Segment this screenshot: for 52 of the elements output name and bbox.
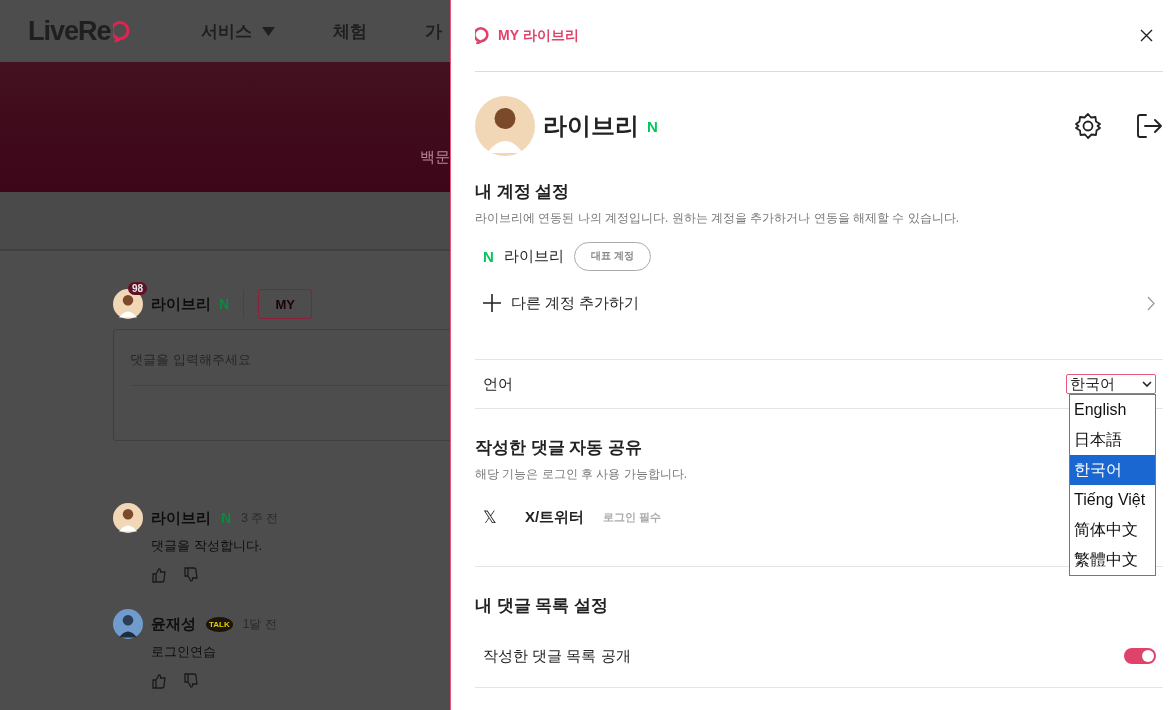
language-option[interactable]: 简体中文 (1070, 515, 1155, 545)
section-title: 내 댓글 목록 설정 (475, 595, 609, 617)
settings-button[interactable] (1074, 112, 1102, 140)
x-logo-icon: 𝕏 (483, 506, 525, 528)
chevron-down-icon (1142, 381, 1152, 387)
provider-label: N (219, 296, 230, 312)
language-select[interactable]: 한국어 (1066, 374, 1156, 394)
language-option[interactable]: English (1070, 395, 1155, 425)
add-account-row[interactable]: 다른 계정 추가하기 (475, 273, 1163, 333)
login-required-note: 로그인 필수 (603, 509, 662, 525)
provider-label: TALK (206, 616, 233, 632)
section-description: 라이브리에 연동된 나의 계정입니다. 원하는 계정을 추가하거나 연동을 해제할 수 있습니다. (475, 210, 959, 227)
logout-button[interactable] (1135, 112, 1163, 140)
chevron-right-icon (1147, 295, 1155, 311)
logout-icon (1135, 112, 1163, 140)
thumbs-up-icon[interactable] (151, 567, 167, 583)
thumbs-up-icon[interactable] (151, 673, 167, 689)
user-name: 라이브리 (151, 294, 211, 314)
plus-icon (483, 294, 501, 312)
setting-label: 작성한 댓글 목록 공개 (483, 646, 631, 666)
language-option[interactable]: Tiếng Việt (1070, 485, 1155, 515)
service-name: X/트위터 (525, 507, 586, 527)
profile-name: 라이브리 (543, 111, 639, 141)
provider-label: N (221, 510, 232, 526)
language-option[interactable]: 한국어 (1070, 455, 1155, 485)
user-name: 라이브리 (151, 508, 211, 528)
close-icon (1140, 29, 1153, 42)
language-label: 언어 (483, 374, 513, 394)
toggle-switch[interactable] (1124, 648, 1156, 664)
account-name: 라이브리 (503, 246, 564, 266)
count-badge: 98 (128, 282, 148, 295)
thumbs-down-icon[interactable] (183, 673, 199, 689)
speech-bubble-logo-icon[interactable] (112, 20, 133, 42)
panel-title: MY 라이브리 (498, 26, 579, 45)
speech-bubble-logo-icon (475, 27, 492, 44)
section-title: 내 계정 설정 (475, 181, 570, 203)
comment-text: 댓글을 작성합니다. (151, 537, 264, 555)
thumbs-down-icon[interactable] (183, 567, 199, 583)
provider-label: N (483, 247, 494, 265)
avatar-icon (113, 503, 143, 533)
section-description: 해당 기능은 로그인 후 사용 가능합니다. (475, 466, 687, 483)
avatar-icon (475, 96, 535, 156)
language-option[interactable]: 繁體中文 (1070, 545, 1155, 575)
user-name: 윤재성 (151, 614, 196, 634)
settings-icon (1074, 112, 1102, 140)
provider-label: N (647, 117, 658, 135)
primary-account-tag[interactable]: 대표 계정 (573, 241, 651, 271)
comment-text: 로그인연습 (151, 643, 217, 661)
hero-text: 백문 (420, 148, 450, 167)
avatar-icon (113, 609, 143, 639)
language-option[interactable]: 日本語 (1070, 425, 1155, 455)
section-title: 작성한 댓글 자동 공유 (475, 437, 643, 459)
